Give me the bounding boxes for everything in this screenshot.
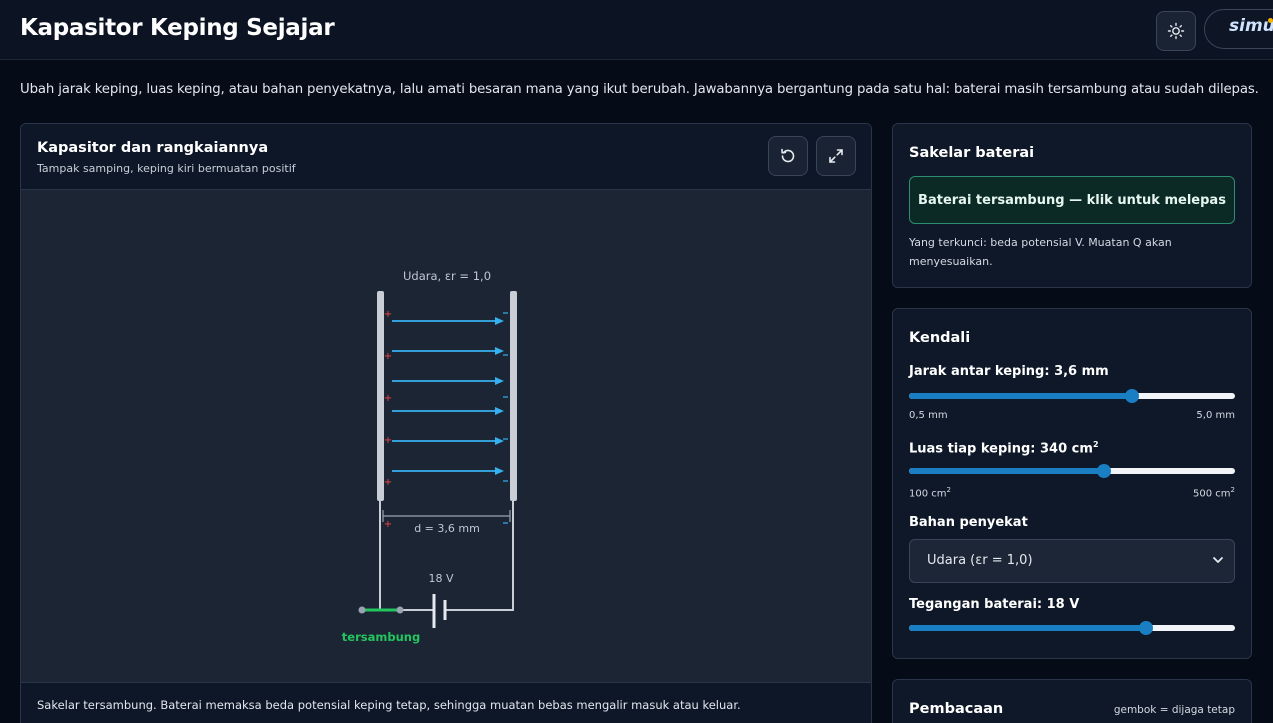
circuit-wires <box>361 501 514 611</box>
area-slider-thumb[interactable] <box>1096 464 1111 478</box>
positive-charge: + <box>384 351 392 362</box>
capacitor-diagram: Udara, εr = 1,0 d = 3,6 mm 18 V tersambu… <box>342 269 517 644</box>
voltage-slider-thumb[interactable] <box>1139 621 1153 635</box>
voltage-slider-fill <box>909 625 1146 631</box>
page-title: Kapasitor Keping Sejajar <box>20 15 335 41</box>
positive-charge: + <box>384 393 392 404</box>
brand-logo: simu <box>1229 16 1273 36</box>
positive-charge: + <box>384 519 392 530</box>
battery-symbol <box>432 594 447 628</box>
simulation-subtitle: Tampak samping, keping kiri bermuatan po… <box>37 162 296 175</box>
material-selected-value: Udara (εr = 1,0) <box>927 553 1033 568</box>
distance-min-label: 0,5 mm <box>909 410 948 421</box>
theme-toggle-button[interactable] <box>1156 11 1196 51</box>
field-arrowhead <box>495 437 504 445</box>
battery-voltage-label: 18 V <box>428 572 453 585</box>
status-text: Sakelar tersambung. Baterai memaksa beda… <box>37 698 741 712</box>
distance-max-label: 5,0 mm <box>1196 410 1235 421</box>
reset-button[interactable] <box>768 136 808 176</box>
dielectric-label: Udara, εr = 1,0 <box>403 269 491 283</box>
field-lines-group <box>392 317 504 475</box>
material-select[interactable]: Udara (εr = 1,0) <box>909 539 1235 583</box>
distance-slider[interactable] <box>909 389 1235 403</box>
intro-text: Ubah jarak keping, luas keping, atau bah… <box>20 82 1259 97</box>
field-arrowhead <box>495 347 504 355</box>
gap-label: d = 3,6 mm <box>414 522 480 535</box>
negative-plate <box>510 291 517 501</box>
sun-icon <box>1167 22 1185 40</box>
simulation-title: Kapasitor dan rangkaiannya <box>37 140 269 156</box>
simulation-header: Kapasitor dan rangkaiannya Tampak sampin… <box>21 124 871 190</box>
fullscreen-button[interactable] <box>816 136 856 176</box>
brand-logo-link[interactable]: simu <box>1204 9 1273 49</box>
brand-logo-dot <box>1268 18 1273 23</box>
distance-slider-fill <box>909 393 1132 399</box>
battery-switch-card: Sakelar baterai Baterai tersambung — kli… <box>892 123 1252 288</box>
field-arrowhead <box>495 467 504 475</box>
switch-state-label: tersambung <box>342 630 420 644</box>
battery-toggle-button[interactable]: Baterai tersambung — klik untuk melepas <box>909 176 1235 224</box>
positive-charge: + <box>384 477 392 488</box>
area-slider-fill <box>909 468 1104 474</box>
reset-icon <box>781 148 795 163</box>
field-arrowhead <box>495 377 504 385</box>
readouts-title: Pembacaan <box>909 701 1004 717</box>
area-slider[interactable] <box>909 464 1235 478</box>
area-min-label: 100 cm2 <box>909 486 951 500</box>
battery-switch-title: Sakelar baterai <box>909 145 1035 161</box>
distance-slider-thumb[interactable] <box>1124 389 1139 403</box>
voltage-label: Tegangan baterai: 18 V <box>909 597 1080 612</box>
area-label: Luas tiap keping: 340 cm2 <box>909 440 1099 457</box>
field-arrowhead <box>495 317 504 325</box>
simulation-status: Sakelar tersambung. Baterai memaksa beda… <box>21 682 871 723</box>
controls-card: Kendali Jarak antar keping: 3,6 mm 0,5 m… <box>892 308 1252 659</box>
capacitor-stage: Udara, εr = 1,0 d = 3,6 mm 18 V tersambu… <box>21 190 871 682</box>
app-header: Kapasitor Keping Sejajar simu <box>0 0 1273 60</box>
lock-legend-note: gembok = dijaga tetap <box>1113 704 1235 716</box>
distance-label: Jarak antar keping: 3,6 mm <box>909 364 1109 379</box>
material-label: Bahan penyekat <box>909 515 1028 530</box>
positive-charge: + <box>384 435 392 446</box>
chevron-down-icon <box>1213 557 1223 563</box>
simulation-panel: Kapasitor dan rangkaiannya Tampak sampin… <box>20 123 872 723</box>
gap-dimension <box>382 510 511 522</box>
voltage-slider[interactable] <box>909 621 1235 635</box>
positive-charge: + <box>384 309 392 320</box>
expand-icon <box>829 149 843 163</box>
readouts-card: Pembacaan gembok = dijaga tetap <box>892 679 1252 723</box>
locked-quantity-note: Yang terkunci: beda potensial V. Muatan … <box>909 236 1172 268</box>
controls-title: Kendali <box>909 330 971 346</box>
area-max-label: 500 cm2 <box>1193 486 1235 500</box>
field-arrowhead <box>495 407 504 415</box>
